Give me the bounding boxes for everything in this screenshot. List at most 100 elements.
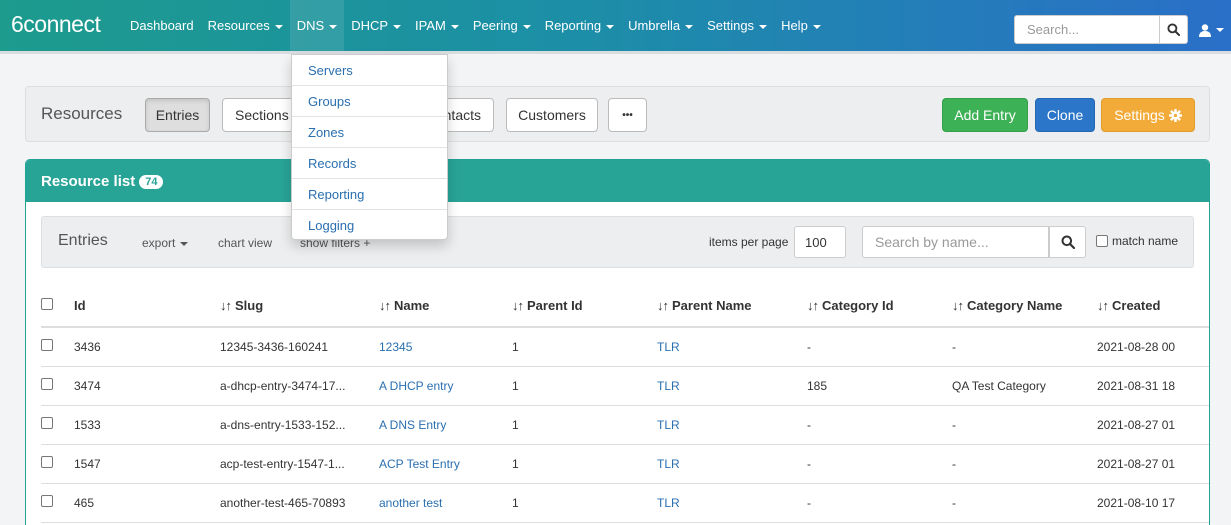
user-icon (1199, 23, 1211, 37)
cell-name-link[interactable]: A DHCP entry (379, 366, 512, 406)
nav-item-dhcp[interactable]: DHCP (344, 0, 408, 51)
dns-menu-reporting[interactable]: Reporting (292, 179, 447, 210)
add-entry-button[interactable]: Add Entry (942, 98, 1028, 132)
panel-header: Resource list 74 (26, 160, 1209, 202)
cell-created: 2021-08-31 18 (1097, 366, 1209, 406)
table-row[interactable]: 1547 acp-test-entry-1547-1... ACP Test E… (41, 444, 1209, 484)
table-header-row: Id ↓↑ Slug ↓↑ Name ↓↑ Parent Id ↓↑ Parent Na… (41, 284, 1209, 328)
global-search-input[interactable] (1014, 15, 1160, 44)
cell-slug: 12345-3436-160241 (220, 327, 379, 367)
table-row[interactable]: 3436 12345-3436-160241 12345 1 TLR - - 2… (41, 327, 1209, 367)
cell-parent-name-link[interactable]: TLR (657, 366, 807, 406)
column-header-parent-name[interactable]: ↓↑ Parent Name (657, 284, 807, 328)
entries-button[interactable]: Entries (145, 98, 210, 132)
search-icon (1167, 23, 1180, 36)
user-menu[interactable] (1199, 20, 1229, 40)
caret-down-icon (393, 24, 402, 29)
row-checkbox[interactable] (41, 495, 53, 507)
caret-down-icon (180, 241, 189, 246)
row-checkbox[interactable] (41, 339, 53, 352)
column-header-name[interactable]: ↓↑ Name (379, 284, 512, 328)
cell-parent-id: 1 (512, 444, 657, 484)
match-name-checkbox[interactable]: match name (1096, 234, 1178, 248)
cell-name-link[interactable]: 12345 (379, 327, 512, 367)
cell-parent-name-link[interactable]: TLR (657, 405, 807, 445)
dns-menu-zones[interactable]: Zones (292, 117, 447, 148)
cell-parent-name-link[interactable]: TLR (657, 483, 807, 523)
resource-list-panel: Resource list 74 Entries export chart vie… (25, 159, 1210, 525)
dns-menu-records[interactable]: Records (292, 148, 447, 179)
table-row[interactable]: 3474 a-dhcp-entry-3474-17... A DHCP entr… (41, 366, 1209, 406)
cell-id: 1547 (74, 444, 220, 484)
column-header-parent-id[interactable]: ↓↑ Parent Id (512, 284, 657, 328)
clone-button[interactable]: Clone (1035, 98, 1095, 132)
cell-parent-id: 1 (512, 327, 657, 367)
dns-menu-servers[interactable]: Servers (292, 55, 447, 86)
sort-icon: ↓↑ (512, 297, 524, 313)
search-by-name-input[interactable] (862, 226, 1049, 258)
more-button[interactable]: ••• (608, 98, 647, 132)
cell-category-id: - (807, 483, 952, 523)
resources-toolbar: Resources Entries Sections ntacts Custom… (25, 86, 1210, 142)
nav-item-dashboard[interactable]: Dashboard (123, 0, 201, 51)
settings-button-label: Settings (1114, 107, 1165, 123)
column-header-created[interactable]: ↓↑ Created (1097, 284, 1209, 328)
chart-view-link[interactable]: chart view (218, 236, 272, 250)
nav-item-ipam[interactable]: IPAM (408, 0, 466, 51)
cell-category-id: - (807, 405, 952, 445)
cell-id: 1533 (74, 405, 220, 445)
caret-down-icon (450, 24, 459, 29)
cell-parent-id: 1 (512, 366, 657, 406)
brand-logo[interactable]: 6connect (11, 11, 101, 38)
nav-item-help[interactable]: Help (774, 0, 828, 51)
dns-menu-groups[interactable]: Groups (292, 86, 447, 117)
nav-item-reporting[interactable]: Reporting (538, 0, 621, 51)
column-header-slug[interactable]: ↓↑ Slug (220, 284, 379, 328)
caret-down-icon (274, 24, 283, 29)
entries-table: Id ↓↑ Slug ↓↑ Name ↓↑ Parent Id ↓↑ Parent Na… (41, 284, 1209, 523)
dns-menu-logging[interactable]: Logging (292, 210, 447, 241)
cell-created: 2021-08-27 01 (1097, 405, 1209, 445)
items-per-page-input[interactable] (794, 226, 846, 258)
cell-id: 465 (74, 483, 220, 523)
sections-button[interactable]: Sections (222, 98, 298, 132)
row-checkbox[interactable] (41, 378, 53, 390)
count-badge: 74 (139, 175, 164, 189)
global-search-button[interactable] (1160, 15, 1188, 44)
export-dropdown[interactable]: export (142, 236, 189, 250)
sort-icon: ↓↑ (1097, 297, 1109, 313)
row-checkbox[interactable] (41, 456, 53, 468)
table-row[interactable]: 1533 a-dns-entry-1533-152... A DNS Entry… (41, 405, 1209, 445)
cell-name-link[interactable]: ACP Test Entry (379, 444, 512, 484)
cell-category-name: QA Test Category (952, 366, 1097, 406)
column-header-category-name[interactable]: ↓↑ Category Name (952, 284, 1097, 328)
cell-parent-name-link[interactable]: TLR (657, 327, 807, 367)
checkbox[interactable] (1096, 235, 1108, 247)
caret-down-icon (1216, 28, 1224, 32)
cell-name-link[interactable]: A DNS Entry (379, 405, 512, 445)
sort-icon: ↓↑ (379, 297, 391, 313)
nav-item-settings[interactable]: Settings (700, 0, 774, 51)
cell-name-link[interactable]: another test (379, 483, 512, 523)
select-all-checkbox[interactable] (41, 297, 53, 310)
nav-item-dns[interactable]: DNS (289, 0, 345, 51)
nav-item-resources[interactable]: Resources (201, 0, 290, 51)
table-row[interactable]: 465 another-test-465-70893 another test … (41, 483, 1209, 523)
search-by-name-button[interactable] (1049, 226, 1086, 258)
cell-created: 2021-08-10 17 (1097, 483, 1209, 523)
column-header-id[interactable]: Id (74, 284, 220, 328)
nav-item-peering[interactable]: Peering (466, 0, 538, 51)
settings-button[interactable]: Settings (1101, 98, 1195, 132)
search-icon (1061, 235, 1075, 249)
column-header-category-id[interactable]: ↓↑ Category Id (807, 284, 952, 328)
caret-down-icon (606, 24, 615, 29)
dns-dropdown-menu: Servers Groups Zones Records Reporting L… (291, 54, 448, 240)
caret-down-icon (522, 24, 531, 29)
row-checkbox[interactable] (41, 417, 53, 429)
nav-item-umbrella[interactable]: Umbrella (621, 0, 700, 51)
cell-category-name: - (952, 444, 1097, 484)
caret-down-icon (759, 24, 768, 29)
cell-parent-name-link[interactable]: TLR (657, 444, 807, 484)
customers-button[interactable]: Customers (506, 98, 598, 132)
cell-slug: a-dns-entry-1533-152... (220, 405, 379, 445)
